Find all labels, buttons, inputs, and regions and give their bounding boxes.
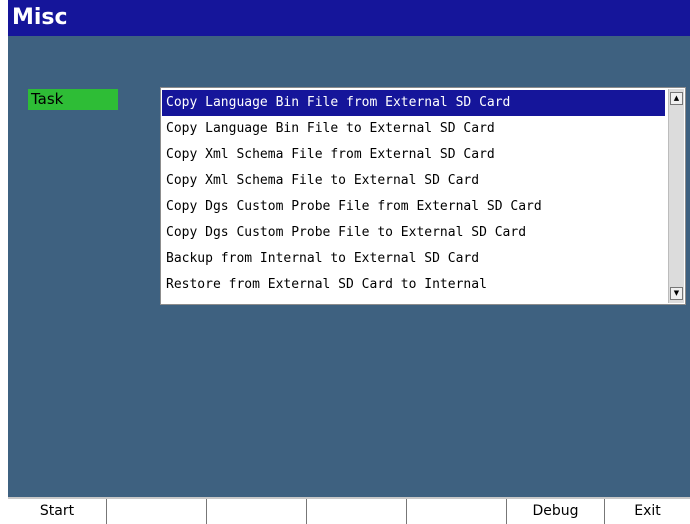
task-list-item[interactable]: Copy Language Bin File to External SD Ca… [162,116,665,142]
page-title: Misc [12,5,68,30]
softkey-bar: Start Debug Exit [8,497,690,524]
task-list-item[interactable]: Copy Language Bin File from External SD … [162,90,665,116]
arrow-up-icon[interactable]: ▲ [670,92,683,105]
task-listbox[interactable]: Copy Language Bin File from External SD … [160,87,686,305]
list-scrollbar[interactable]: ▲ ▼ [668,89,684,303]
softkey-2-button[interactable] [107,499,207,524]
task-list-items: Copy Language Bin File from External SD … [162,90,665,298]
task-list-item[interactable]: Restore from External SD Card to Interna… [162,272,665,298]
task-list-item[interactable]: Copy Dgs Custom Probe File from External… [162,194,665,220]
softkey-start-button[interactable]: Start [8,499,107,524]
softkey-5-button[interactable] [407,499,507,524]
softkey-debug-button[interactable]: Debug [507,499,605,524]
task-list-item[interactable]: Copy Dgs Custom Probe File to External S… [162,220,665,246]
task-list-item[interactable]: Backup from Internal to External SD Card [162,246,665,272]
task-list-item[interactable]: Copy Xml Schema File to External SD Card [162,168,665,194]
arrow-down-icon[interactable]: ▼ [670,287,683,300]
title-bar: Misc [8,0,690,36]
softkey-3-button[interactable] [207,499,307,524]
misc-screen: Misc Task Copy Language Bin File from Ex… [8,0,690,524]
task-label: Task [28,89,118,110]
softkey-exit-button[interactable]: Exit [605,499,690,524]
task-list-item[interactable]: Copy Xml Schema File from External SD Ca… [162,142,665,168]
softkey-4-button[interactable] [307,499,407,524]
